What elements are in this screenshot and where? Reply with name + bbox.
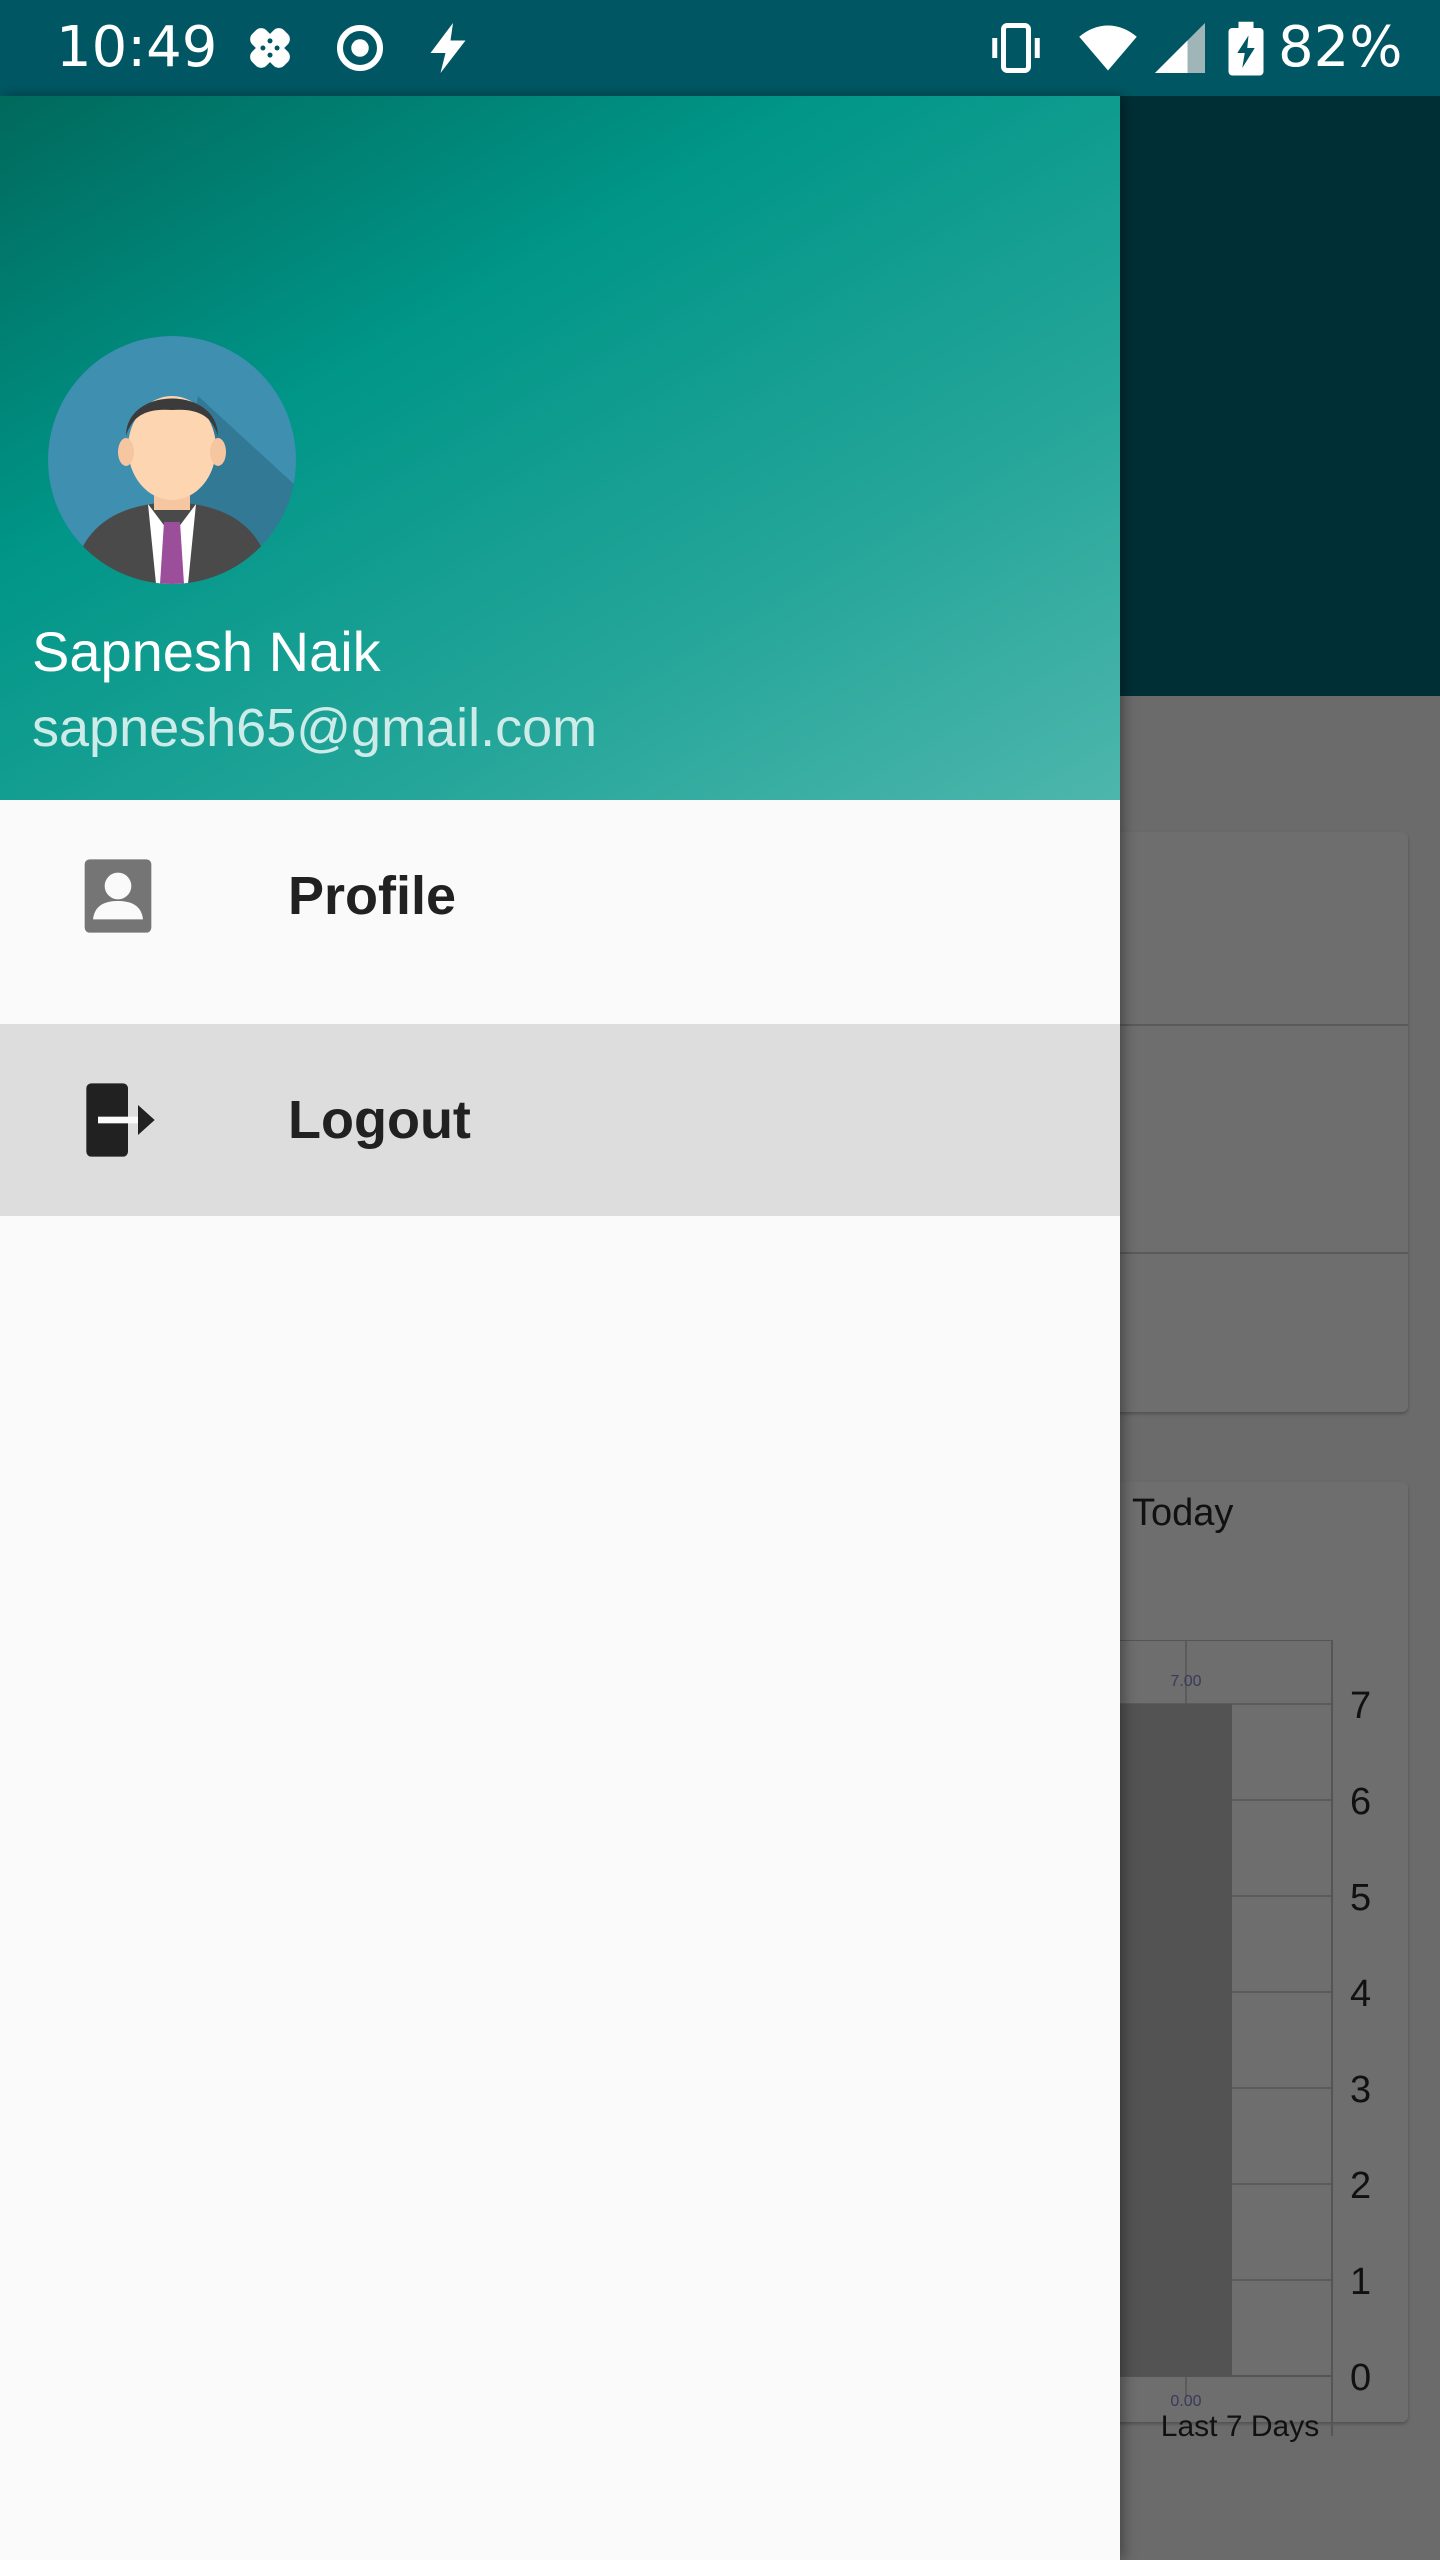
drawer-item-label: Logout	[288, 1090, 471, 1150]
drawer-item-logout[interactable]: Logout	[0, 1024, 1120, 1216]
radio-icon	[337, 25, 383, 71]
logout-icon	[86, 1083, 155, 1157]
y-tick-label: 5	[1350, 1877, 1371, 1919]
y-tick-label: 0	[1350, 2357, 1371, 2399]
x-tick-label: 0.00	[1170, 2393, 1201, 2410]
vibrate-icon	[992, 23, 1040, 73]
drawer-header: Sapnesh Naik sapnesh65@gmail.com	[0, 96, 1120, 800]
y-tick-label: 1	[1350, 2261, 1371, 2303]
y-tick-label: 6	[1350, 1781, 1371, 1823]
photo-icon	[250, 28, 290, 68]
card-divider	[1100, 1252, 1408, 1254]
user-avatar-icon	[48, 336, 296, 584]
drawer-item-label: Profile	[288, 866, 457, 926]
battery-percentage: 82%	[1278, 15, 1403, 80]
y-tick-label: 3	[1350, 2069, 1371, 2111]
user-name: Sapnesh Naik	[32, 620, 381, 683]
wifi-icon	[1079, 25, 1137, 71]
background-bar-chart: 7 6 5 4 3 2 1 0 7.00 0.00Last 7 Days	[1100, 1640, 1371, 2443]
chart-title: Today	[1132, 1492, 1234, 1534]
flash-icon	[430, 23, 466, 73]
navigation-drawer: Sapnesh Naik sapnesh65@gmail.com Profile…	[0, 96, 1120, 2560]
avatar[interactable]	[48, 336, 296, 584]
y-tick-label: 2	[1350, 2165, 1371, 2207]
status-time: 10:49	[56, 15, 218, 80]
y-tick-label: 7	[1350, 1685, 1371, 1727]
status-bar: 10:49 82%	[0, 0, 1440, 96]
background-summary-card	[1100, 832, 1408, 1412]
battery-charging-icon	[1228, 21, 1264, 76]
y-tick-label: 4	[1350, 1973, 1371, 2015]
bar-value-label: 7.00	[1170, 1673, 1201, 1690]
account-box-icon	[84, 859, 152, 933]
drawer-item-profile[interactable]: Profile	[0, 800, 1120, 992]
user-email: sapnesh65@gmail.com	[32, 698, 598, 758]
cell-signal-icon	[1155, 23, 1205, 73]
card-divider	[1100, 1024, 1408, 1026]
x-axis-label: Last 7 Days	[1161, 2410, 1319, 2443]
